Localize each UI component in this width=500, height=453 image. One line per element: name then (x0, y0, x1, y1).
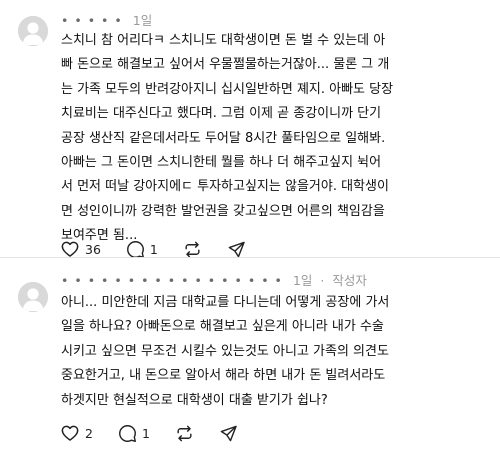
send-icon (228, 241, 245, 257)
repost-icon (185, 241, 200, 257)
avatar[interactable] (18, 16, 48, 46)
comment-bubble-icon (118, 424, 136, 442)
author-badge: 작성자 (332, 273, 367, 288)
share-button[interactable] (219, 424, 238, 443)
thread-page: • • • • • 1일 스치니 참 어리다ㅋ 스치니도 대학생이면 돈 벌 수… (0, 0, 500, 453)
like-button[interactable]: 36 (60, 239, 101, 259)
like-count: 2 (85, 425, 93, 441)
post-time: 1일 (132, 13, 153, 28)
send-icon (220, 425, 237, 441)
post-meta: • • • • • 1일 (61, 10, 152, 29)
share-button[interactable] (227, 240, 246, 259)
repost-button[interactable] (175, 424, 194, 443)
comment-count: 1 (149, 241, 158, 257)
post-meta: • • • • • • • • • • • • • • • • • 1일 · 작… (61, 270, 367, 289)
post-text: 아니... 미안한데 지금 대학교를 다니는데 어떻게 공장에 가서 일을 하나… (61, 295, 390, 408)
default-avatar-icon (18, 282, 48, 312)
comment-button[interactable]: 1 (118, 424, 150, 443)
meta-separator: · (320, 273, 325, 288)
post-time: 1일 (292, 273, 313, 288)
comment-bubble-icon (126, 240, 144, 258)
post-text: 스치니 참 어리다ㅋ 스치니도 대학생이면 돈 벌 수 있는데 아 빠 돈으로 … (61, 33, 394, 244)
post-divider (0, 257, 500, 258)
avatar[interactable] (18, 282, 48, 312)
repost-icon (177, 425, 192, 441)
username[interactable]: • • • • • • • • • • • • • • • • • (61, 273, 283, 288)
heart-icon (61, 425, 79, 441)
username[interactable]: • • • • • (61, 13, 123, 28)
comment-count: 1 (141, 425, 150, 441)
heart-icon (61, 241, 79, 257)
comment-button[interactable]: 1 (126, 240, 158, 259)
like-button[interactable]: 2 (60, 423, 93, 443)
repost-button[interactable] (183, 240, 202, 259)
default-avatar-icon (18, 16, 48, 46)
like-count: 36 (85, 241, 101, 257)
action-bar: 2 1 (60, 421, 263, 445)
